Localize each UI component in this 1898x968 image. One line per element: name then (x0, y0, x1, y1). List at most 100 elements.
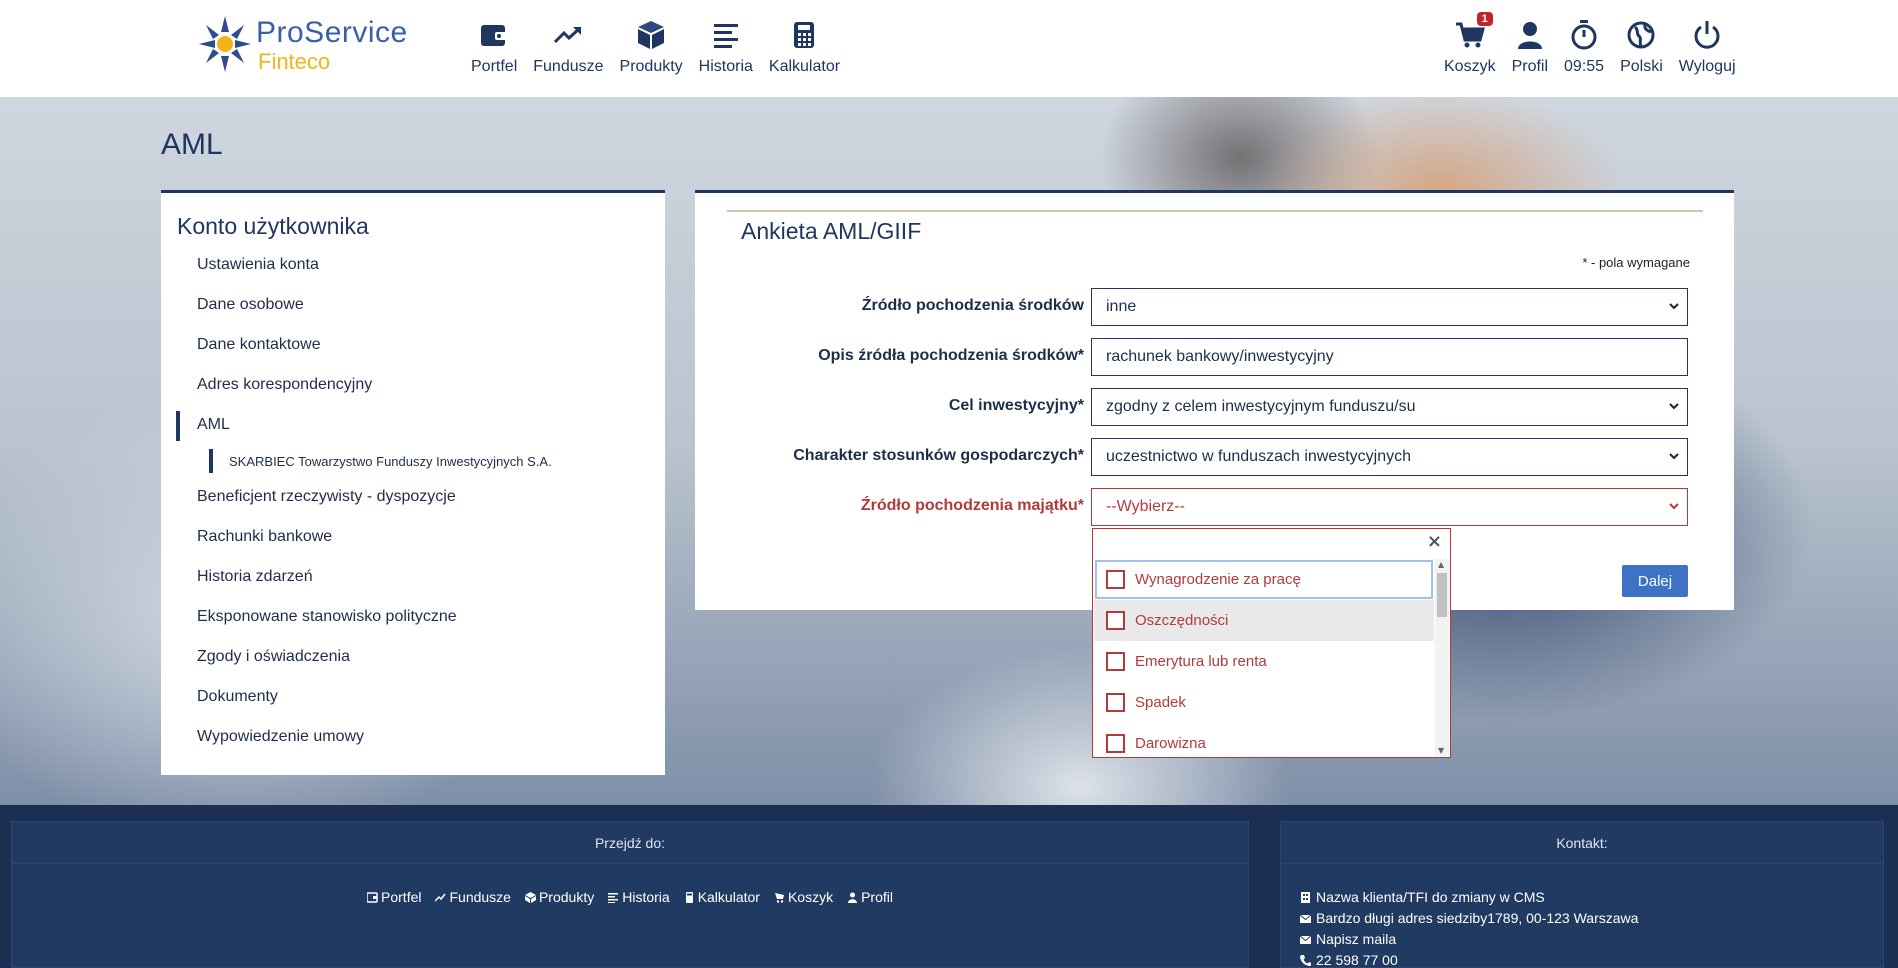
footer-link-kalkulator[interactable]: Kalkulator (684, 889, 760, 905)
select-value: --Wybierz-- (1106, 498, 1185, 515)
nav-profil[interactable]: Profil (1504, 18, 1556, 76)
user-icon (848, 892, 858, 903)
option-darowizna[interactable]: Darowizna (1094, 723, 1434, 756)
footer-link-historia[interactable]: Historia (608, 889, 670, 905)
wallet-icon (367, 891, 378, 903)
input-value: rachunek bankowy/inwestycyjny (1106, 348, 1334, 365)
account-sidebar: Konto użytkownika Ustawienia konta Dane … (161, 190, 665, 775)
nav-kalkulator[interactable]: Kalkulator (761, 18, 848, 76)
close-icon[interactable]: × (1427, 531, 1442, 552)
dropdown-options: Wynagrodzenie za pracę Oszczędności Emer… (1094, 559, 1434, 756)
sidebar-item-adres[interactable]: Adres korespondencyjny (197, 376, 372, 394)
label-zrodlo-majatku: Źródło pochodzenia majątku* (860, 497, 1084, 514)
select-zrodlo-majatku[interactable]: --Wybierz-- (1091, 488, 1688, 526)
option-label: Emerytura lub renta (1135, 653, 1267, 670)
envelope-icon (1300, 914, 1311, 923)
sidebar-item-zgody[interactable]: Zgody i oświadczenia (197, 648, 350, 666)
footer-link-koszyk[interactable]: Koszyk (774, 889, 833, 905)
checkbox[interactable] (1106, 652, 1125, 671)
footer-contact-box: Kontakt: Nazwa klienta/TFI do zmiany w C… (1280, 821, 1884, 968)
label-zrodlo-srodkow: Źródło pochodzenia środków (861, 297, 1084, 314)
sidebar-item-historia-zdarzen[interactable]: Historia zdarzeń (197, 568, 313, 586)
option-oszczednosci[interactable]: Oszczędności (1094, 600, 1434, 641)
nav-label: Koszyk (1444, 58, 1496, 75)
sidebar-item-rachunki[interactable]: Rachunki bankowe (197, 528, 332, 546)
footer-link-label: Historia (622, 889, 670, 905)
sidebar-item-wypowiedzenie[interactable]: Wypowiedzenie umowy (197, 728, 364, 746)
logo-text-secondary: Finteco (258, 49, 331, 74)
footer-link-produkty[interactable]: Produkty (524, 889, 595, 905)
nav-portfel[interactable]: Portfel (463, 18, 525, 76)
footer-link-label: Fundusze (449, 889, 511, 905)
sidebar-item-dane-kontaktowe[interactable]: Dane kontaktowe (197, 336, 321, 354)
checkbox[interactable] (1106, 570, 1125, 589)
envelope-icon (1300, 935, 1311, 944)
list-icon (608, 892, 619, 903)
sun-logo-icon (199, 16, 251, 72)
chevron-down-icon (1669, 303, 1679, 310)
zrodlo-majatku-dropdown: × Wynagrodzenie za pracę Oszczędności Em… (1092, 528, 1451, 758)
option-spadek[interactable]: Spadek (1094, 682, 1434, 723)
nav-logout[interactable]: Wyloguj (1671, 18, 1744, 76)
input-opis-zrodla[interactable]: rachunek bankowy/inwestycyjny (1091, 338, 1688, 376)
checkbox[interactable] (1106, 693, 1125, 712)
trending-up-icon (435, 893, 447, 902)
page-title: AML (161, 128, 223, 161)
nav-label: Profil (1511, 58, 1549, 75)
footer-link-label: Portfel (381, 889, 422, 905)
footer-link-label: Kalkulator (697, 889, 760, 905)
cart-count-badge: 1 (1476, 12, 1493, 26)
contact-email[interactable]: Napisz maila (1300, 931, 1396, 947)
footer-link-label: Produkty (538, 889, 595, 905)
scroll-up-icon[interactable]: ▲ (1438, 560, 1444, 569)
contact-text: Napisz maila (1316, 931, 1397, 947)
footer-link-portfel[interactable]: Portfel (367, 889, 421, 905)
sidebar-item-eksponowane[interactable]: Eksponowane stanowisko polityczne (197, 608, 457, 626)
nav-fundusze[interactable]: Fundusze (525, 18, 611, 76)
building-icon (1301, 891, 1310, 903)
contact-text: Nazwa klienta/TFI do zmiany w CMS (1316, 889, 1545, 905)
scroll-down-icon[interactable]: ▼ (1438, 746, 1444, 755)
calculator-icon (685, 891, 693, 903)
select-value: inne (1106, 298, 1137, 315)
top-navbar: ProService Finteco Portfel Fundusze Prod… (0, 0, 1898, 97)
nav-koszyk[interactable]: 1 Koszyk (1436, 12, 1504, 76)
sidebar-item-beneficjent[interactable]: Beneficjent rzeczywisty - dyspozycje (197, 488, 456, 506)
checkbox[interactable] (1106, 734, 1125, 753)
next-button[interactable]: Dalej (1622, 565, 1688, 597)
footer-contact-heading: Kontakt: (1281, 822, 1883, 864)
scrollbar-thumb[interactable] (1437, 573, 1447, 617)
nav-language[interactable]: Polski (1612, 18, 1671, 76)
cart-icon: 1 (1453, 12, 1493, 52)
select-cel-inwestycyjny[interactable]: zgodny z celem inwestycyjnym funduszu/su (1091, 388, 1688, 426)
sidebar-item-dane-osobowe[interactable]: Dane osobowe (197, 296, 304, 314)
wallet-icon (477, 18, 511, 52)
contact-phone[interactable]: 22 598 77 00 (1300, 952, 1398, 968)
calculator-icon (787, 18, 821, 52)
option-label: Oszczędności (1135, 612, 1229, 629)
footer-link-label: Koszyk (787, 889, 834, 905)
select-zrodlo-srodkow[interactable]: inne (1091, 288, 1688, 326)
option-wynagrodzenie[interactable]: Wynagrodzenie za pracę (1094, 559, 1434, 600)
chevron-down-icon (1669, 503, 1679, 510)
sidebar-item-aml[interactable]: AML (197, 416, 230, 434)
sidebar-item-dokumenty[interactable]: Dokumenty (197, 688, 278, 706)
footer-link-profil[interactable]: Profil (847, 889, 893, 905)
dropdown-scrollbar[interactable]: ▲ ▼ (1435, 559, 1449, 756)
nav-produkty[interactable]: Produkty (612, 18, 691, 76)
option-emerytura[interactable]: Emerytura lub renta (1094, 641, 1434, 682)
nav-label: Wyloguj (1678, 58, 1736, 75)
active-indicator (176, 411, 180, 441)
option-label: Darowizna (1135, 735, 1206, 752)
chevron-down-icon (1669, 403, 1679, 410)
contact-address: Bardzo długi adres siedziby1789, 00-123 … (1300, 910, 1638, 926)
nav-label: Fundusze (533, 58, 604, 75)
checkbox[interactable] (1106, 611, 1125, 630)
sidebar-item-ustawienia[interactable]: Ustawienia konta (197, 256, 319, 274)
select-value: zgodny z celem inwestycyjnym funduszu/su (1106, 398, 1416, 415)
sidebar-subitem-skarbiec[interactable]: SKARBIEC Towarzystwo Funduszy Inwestycyj… (229, 454, 552, 469)
nav-historia[interactable]: Historia (691, 18, 761, 76)
select-charakter-stosunkow[interactable]: uczestnictwo w funduszach inwestycyjnych (1091, 438, 1688, 476)
footer-link-fundusze[interactable]: Fundusze (435, 889, 511, 905)
proservice-logo[interactable]: ProService Finteco (199, 16, 439, 76)
